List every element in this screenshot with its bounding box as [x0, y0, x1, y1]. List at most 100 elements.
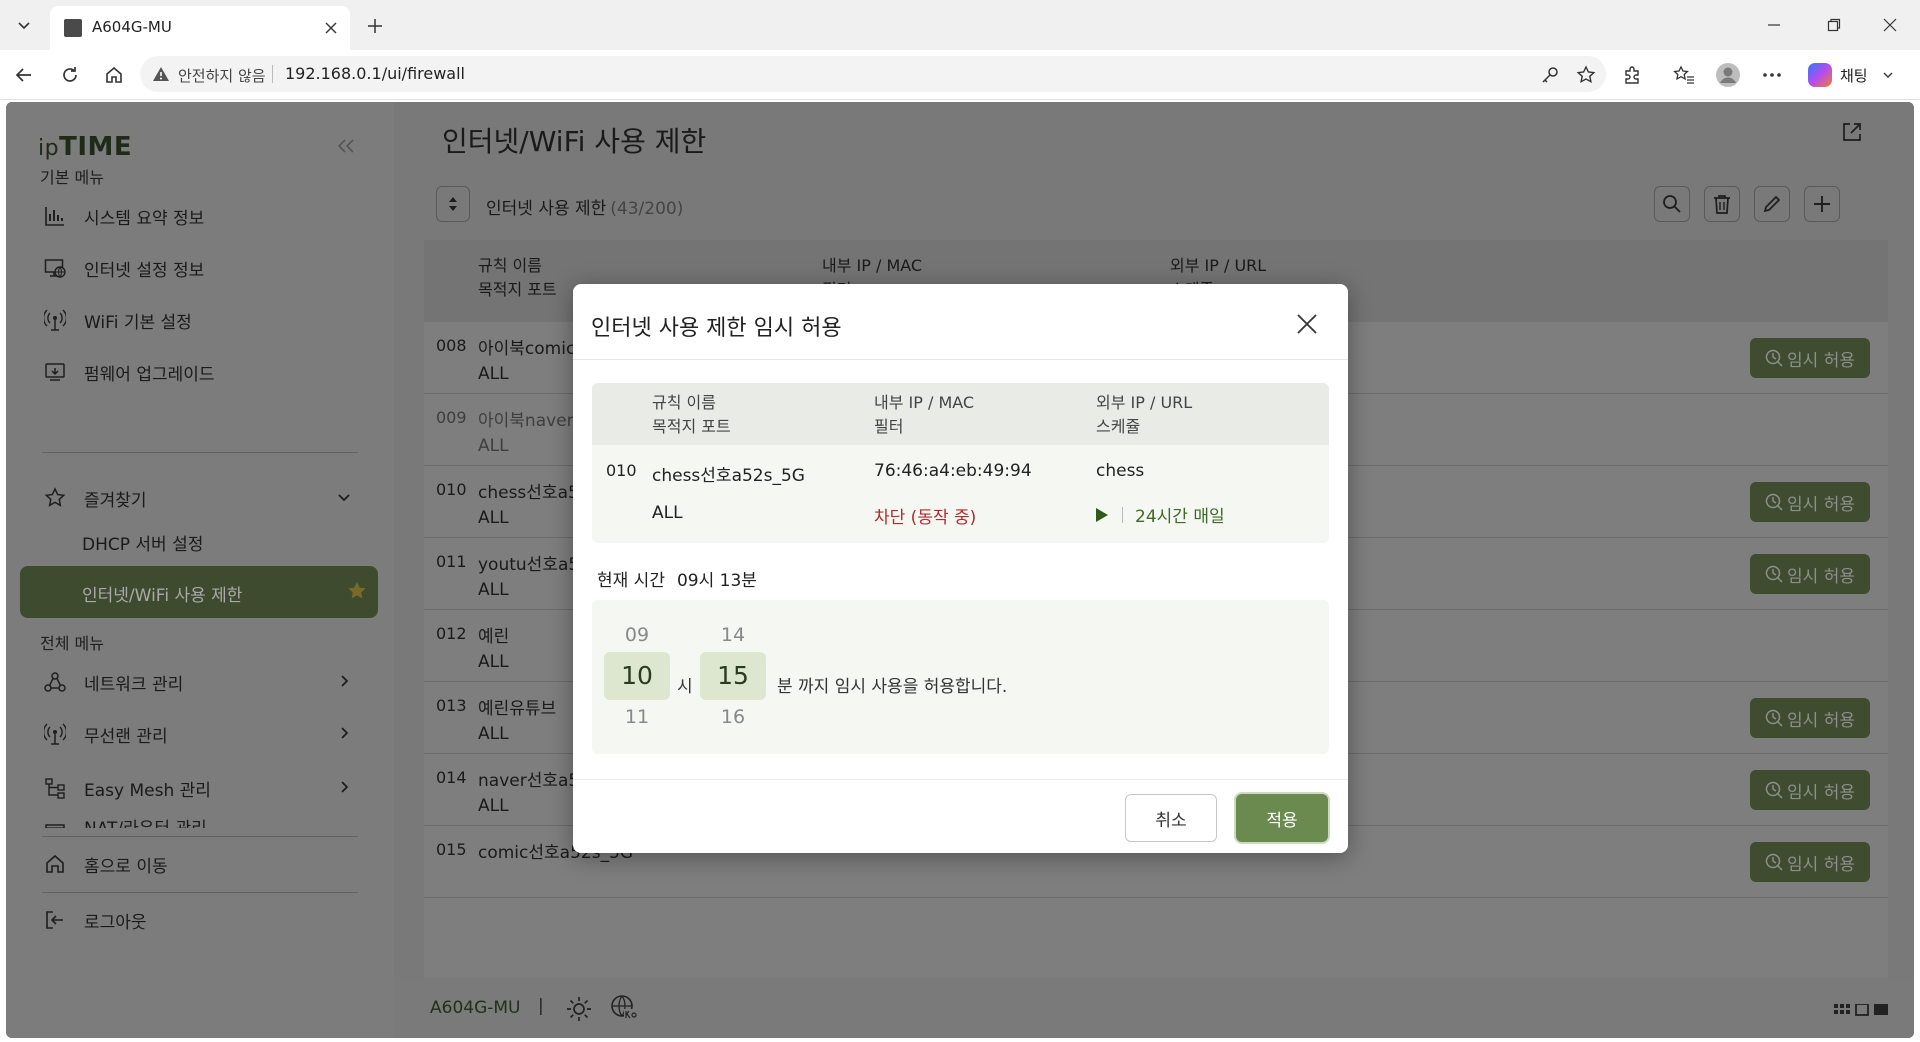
home-icon [42, 851, 68, 877]
sidebar-item-label: 시스템 요약 정보 [84, 208, 205, 229]
favorite-star-button[interactable] [1570, 59, 1602, 91]
new-tab-button[interactable] [360, 11, 390, 41]
favorites-list-button[interactable] [1668, 59, 1700, 91]
clock-allow-icon [1765, 853, 1783, 871]
temp-allow-button[interactable]: 임시 허용 [1750, 554, 1870, 594]
dialog-divider [573, 779, 1348, 780]
browser-tab[interactable]: A604G-MU [50, 6, 350, 50]
temp-allow-button[interactable]: 임시 허용 [1750, 338, 1870, 378]
minute-prev-option[interactable]: 14 [700, 622, 766, 648]
dialog-close-button[interactable] [1289, 306, 1325, 342]
extensions-button[interactable] [1616, 59, 1648, 91]
row-number: 013 [436, 696, 467, 715]
tab-close-button[interactable] [320, 17, 342, 39]
page-title: 인터넷/WiFi 사용 제한 [442, 125, 707, 158]
logout-icon [42, 907, 68, 933]
hour-next-option[interactable]: 11 [604, 704, 670, 730]
delete-button[interactable] [1704, 186, 1740, 222]
temp-allow-button[interactable]: 임시 허용 [1750, 842, 1870, 882]
close-icon [1883, 18, 1897, 32]
sidebar-item-internet-settings[interactable]: 인터넷 설정 정보 [42, 246, 372, 290]
sidebar-item-network-management[interactable]: 네트워크 관리 [42, 660, 372, 704]
url-separator [272, 65, 273, 83]
sidebar-item-firmware-upgrade[interactable]: 펌웨어 업그레이드 [42, 350, 372, 394]
hour-selected[interactable]: 10 [604, 652, 670, 700]
sidebar-item-wifi-basic[interactable]: WiFi 기본 설정 [42, 298, 372, 342]
add-button[interactable] [1804, 186, 1840, 222]
hour-prev-option[interactable]: 09 [604, 622, 670, 648]
copilot-chat-button[interactable]: 채팅 [1802, 58, 1898, 92]
sidebar-item-easy-mesh[interactable]: Easy Mesh 관리 [42, 766, 372, 810]
router-icon [42, 814, 68, 828]
rule-schedule: 24시간 매일 [1096, 502, 1225, 527]
key-icon [1542, 67, 1558, 83]
view-mode-icon[interactable] [1834, 1004, 1890, 1018]
hour-picker[interactable]: 09 10 11 [604, 622, 670, 730]
brightness-icon[interactable] [566, 996, 592, 1022]
reload-button[interactable] [54, 59, 86, 91]
url-bar[interactable]: 안전하지 않음 192.168.0.1/ui/firewall [140, 56, 1606, 92]
favicon-icon [64, 19, 82, 37]
rule-name: chess선호a52s_5G [652, 466, 805, 486]
language-globe-icon[interactable] [610, 994, 638, 1022]
current-time: 현재 시간 09시 13분 [597, 566, 757, 591]
sidebar-item-system-summary[interactable]: 시스템 요약 정보 [42, 194, 372, 238]
sidebar-clip: NAT/라우터 관리 [6, 814, 394, 828]
firmware-icon [42, 359, 68, 385]
time-picker: 09 10 11 시 14 15 16 분 까지 임시 사용을 허용합니다. [592, 600, 1329, 754]
password-key-button[interactable] [1534, 59, 1566, 91]
more-menu-button[interactable] [1756, 59, 1788, 91]
edit-button[interactable] [1754, 186, 1790, 222]
sidebar-item-home[interactable]: 홈으로 이동 [42, 842, 372, 886]
row-rule-name: 예린 [478, 627, 510, 647]
share-icon[interactable] [1840, 120, 1864, 144]
sort-button[interactable] [436, 186, 470, 222]
profile-button[interactable] [1712, 59, 1744, 91]
home-button[interactable] [98, 59, 130, 91]
logout-label: 로그아웃 [84, 912, 147, 933]
sidebar-item-dhcp-server[interactable]: DHCP 서버 설정 [82, 530, 203, 555]
chevron-down-icon [18, 22, 30, 30]
minute-picker[interactable]: 14 15 16 [700, 622, 766, 730]
temp-allow-label: 임시 허용 [1787, 710, 1855, 731]
rule-url: chess [1096, 461, 1145, 481]
close-window-button[interactable] [1870, 10, 1910, 40]
tab-list-button[interactable] [6, 8, 42, 42]
temp-allow-button[interactable]: 임시 허용 [1750, 698, 1870, 738]
home-icon [106, 66, 122, 83]
clock-allow-icon [1765, 709, 1783, 727]
rule-port: ALL [652, 503, 683, 523]
back-button[interactable] [8, 59, 40, 91]
star-filled-icon[interactable] [346, 580, 368, 602]
temp-allow-button[interactable]: 임시 허용 [1750, 770, 1870, 810]
insecure-label[interactable]: 안전하지 않음 [178, 65, 266, 86]
apply-button[interactable]: 적용 [1236, 794, 1328, 842]
star-outline-icon [42, 485, 68, 511]
maximize-button[interactable] [1814, 10, 1854, 40]
close-icon [1297, 314, 1317, 334]
cancel-button[interactable]: 취소 [1125, 794, 1217, 842]
sidebar-item-wireless-management[interactable]: 무선랜 관리 [42, 712, 372, 756]
header-rule-name: 규칙 이름 목적지 포트 [652, 393, 731, 436]
search-icon [1663, 195, 1681, 213]
chevron-right-icon [341, 781, 349, 793]
search-button[interactable] [1654, 186, 1690, 222]
url-text[interactable]: 192.168.0.1/ui/firewall [285, 64, 465, 83]
sidebar-item-internet-wifi-limit[interactable]: 인터넷/WiFi 사용 제한 [20, 566, 378, 618]
sidebar-item-nat-router[interactable]: NAT/라우터 관리 [42, 814, 372, 828]
minute-next-option[interactable]: 16 [700, 704, 766, 730]
close-icon [325, 22, 337, 34]
rule-mac: 76:46:a4:eb:49:94 [874, 461, 1032, 481]
wifi-antenna-icon [42, 721, 68, 747]
minimize-button[interactable] [1754, 10, 1794, 40]
minimize-icon [1768, 24, 1780, 26]
row-number: 011 [436, 552, 467, 571]
temp-allow-button[interactable]: 임시 허용 [1750, 482, 1870, 522]
minute-selected[interactable]: 15 [700, 652, 766, 700]
sidebar-favorites-toggle[interactable]: 즐겨찾기 [42, 476, 372, 520]
collapse-sidebar-icon[interactable] [336, 138, 356, 154]
sidebar-item-label: Easy Mesh 관리 [84, 780, 211, 801]
row-port: ALL [478, 652, 509, 672]
sidebar-item-logout[interactable]: 로그아웃 [42, 898, 372, 942]
favorites-list-icon [1673, 65, 1694, 84]
